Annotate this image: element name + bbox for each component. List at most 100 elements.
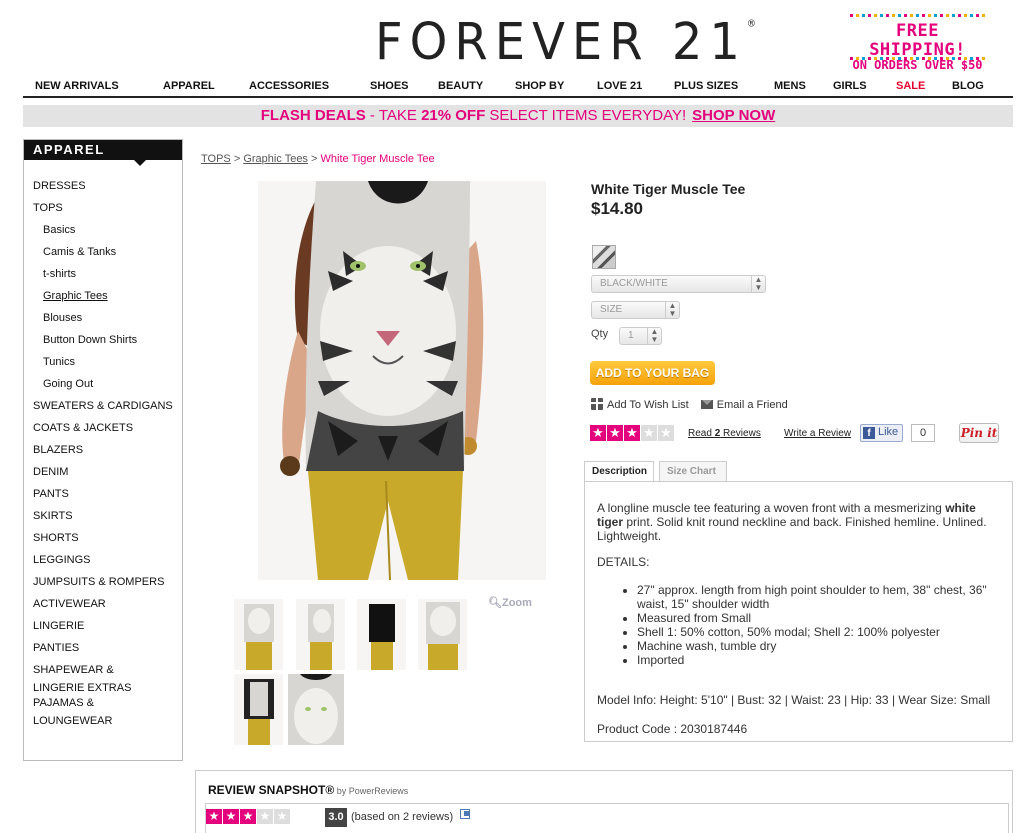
description-intro-a: A longline muscle tee featuring a woven … xyxy=(597,501,946,515)
shop-now-link[interactable]: SHOP NOW xyxy=(692,107,775,124)
product-thumbnail-6[interactable] xyxy=(288,674,344,745)
sidebar-item-skirts[interactable]: SKIRTS xyxy=(24,510,182,532)
read-reviews-link[interactable]: Read 2 Reviews xyxy=(688,428,761,439)
nav-girls[interactable]: GIRLS xyxy=(833,80,867,92)
star-filled-icon: ★ xyxy=(223,809,239,824)
product-main-image[interactable] xyxy=(258,181,546,580)
facebook-like-count: 0 xyxy=(911,424,935,442)
details-label: DETAILS: xyxy=(597,555,650,569)
tab-size-chart[interactable]: Size Chart xyxy=(659,461,727,481)
sidebar-item-pajamas[interactable]: PAJAMAS & LOUNGEWEAR xyxy=(24,694,134,730)
average-score-badge: 3.0 xyxy=(325,808,347,827)
breadcrumb-graphic-tees[interactable]: Graphic Tees xyxy=(243,153,308,165)
select-arrows-icon: ▲ ▼ xyxy=(665,302,679,318)
sidebar-item-graphic-tees[interactable]: Graphic Tees xyxy=(24,290,182,312)
product-price: $14.80 xyxy=(591,199,643,218)
flash-deals-banner[interactable]: FLASH DEALS - TAKE 21% OFF SELECT ITEMS … xyxy=(23,105,1013,127)
sidebar-item-tunics[interactable]: Tunics xyxy=(24,356,182,378)
details-item: 27" approx. length from high point shoul… xyxy=(637,583,1000,611)
details-item: Measured from Small xyxy=(637,611,1000,625)
nav-new-arrivals[interactable]: NEW ARRIVALS xyxy=(35,80,119,92)
nav-mens[interactable]: MENS xyxy=(774,80,806,92)
sidebar-item-dresses[interactable]: DRESSES xyxy=(24,180,182,202)
category-sidebar: APPAREL DRESSES TOPS Basics Camis & Tank… xyxy=(23,139,183,761)
nav-apparel[interactable]: APPAREL xyxy=(163,80,215,92)
color-select-value: BLACK/WHITE xyxy=(600,278,668,289)
breadcrumb-tops[interactable]: TOPS xyxy=(201,153,231,165)
sidebar-item-t-shirts[interactable]: t-shirts xyxy=(24,268,182,290)
nav-accessories[interactable]: ACCESSORIES xyxy=(249,80,329,92)
star-filled-icon: ★ xyxy=(240,809,256,824)
add-to-wishlist-link[interactable]: Add To Wish List xyxy=(591,398,689,411)
breadcrumb-sep: > xyxy=(233,153,241,165)
add-to-bag-button[interactable]: ADD TO YOUR BAG xyxy=(590,361,715,385)
product-thumbnail-3[interactable] xyxy=(357,599,406,670)
sidebar-item-shorts[interactable]: SHORTS xyxy=(24,532,182,554)
product-title: White Tiger Muscle Tee xyxy=(591,181,746,197)
email-friend-link[interactable]: Email a Friend xyxy=(700,399,788,411)
nav-blog[interactable]: BLOG xyxy=(952,80,984,92)
review-snapshot-heading: REVIEW SNAPSHOT® xyxy=(208,783,335,797)
free-shipping-promo[interactable]: FREE SHIPPING! ON ORDERS OVER $50 xyxy=(850,14,985,72)
sidebar-item-blazers[interactable]: BLAZERS xyxy=(24,444,182,466)
size-select-value: SIZE xyxy=(600,304,623,315)
sidebar-item-pants[interactable]: PANTS xyxy=(24,488,182,510)
flash-rest: SELECT ITEMS EVERYDAY! xyxy=(485,107,687,124)
sidebar-item-button-down-shirts[interactable]: Button Down Shirts xyxy=(24,334,182,356)
sidebar-item-going-out[interactable]: Going Out xyxy=(24,378,182,400)
qty-select-value: 1 xyxy=(628,330,634,341)
based-on-reviews: (based on 2 reviews) xyxy=(351,811,454,823)
sidebar-item-tops[interactable]: TOPS xyxy=(24,202,182,224)
sidebar-item-shapewear[interactable]: SHAPEWEAR & LINGERIE EXTRAS xyxy=(24,661,164,697)
main-nav: NEW ARRIVALS APPAREL ACCESSORIES SHOES B… xyxy=(23,78,1013,98)
color-swatch[interactable] xyxy=(592,245,616,269)
sidebar-item-blouses[interactable]: Blouses xyxy=(24,312,182,334)
nav-sale[interactable]: SALE xyxy=(896,80,925,92)
sidebar-item-camis-tanks[interactable]: Camis & Tanks xyxy=(24,246,182,268)
logo-text: FOREVER 21 xyxy=(375,12,747,72)
logo-registered-mark: ® xyxy=(746,18,756,30)
wishlist-email-row: Add To Wish List Email a Friend xyxy=(591,398,788,411)
zoom-button[interactable]: 🔍︎Zoom xyxy=(488,596,532,609)
forever21-logo[interactable]: FOREVER 21® xyxy=(375,13,756,72)
review-snapshot: REVIEW SNAPSHOT® by PowerReviews xyxy=(195,770,1013,833)
sidebar-item-basics[interactable]: Basics xyxy=(24,224,182,246)
color-select[interactable]: BLACK/WHITE ▲ ▼ xyxy=(591,275,766,293)
nav-shoes[interactable]: SHOES xyxy=(370,80,409,92)
review-snapshot-title: REVIEW SNAPSHOT® by PowerReviews xyxy=(208,783,408,797)
facebook-icon: f xyxy=(863,427,875,439)
read-reviews-pre: Read xyxy=(688,428,715,439)
nav-plus-sizes[interactable]: PLUS SIZES xyxy=(674,80,738,92)
product-thumbnail-5[interactable] xyxy=(234,674,283,745)
read-reviews-post: Reviews xyxy=(720,428,761,439)
product-thumbnail-4[interactable] xyxy=(418,599,467,670)
star-empty-icon: ★ xyxy=(257,809,273,824)
write-review-link[interactable]: Write a Review xyxy=(784,428,851,439)
flash-dash: - TAKE xyxy=(365,107,422,124)
facebook-like-button[interactable]: f Like xyxy=(860,424,904,442)
qty-label: Qty xyxy=(591,328,609,340)
breadcrumb-current: White Tiger Muscle Tee xyxy=(320,153,435,165)
nav-shop-by[interactable]: SHOP BY xyxy=(515,80,564,92)
product-thumbnail-2[interactable] xyxy=(296,599,345,670)
description-intro-c: print. Solid knit round neckline and bac… xyxy=(597,515,987,543)
qty-select[interactable]: 1 ▲ ▼ xyxy=(619,327,662,345)
sidebar-item-coats[interactable]: COATS & JACKETS xyxy=(24,422,182,444)
nav-beauty[interactable]: BEAUTY xyxy=(438,80,483,92)
pin-it-button[interactable]: Pin it xyxy=(959,423,999,443)
tab-description[interactable]: Description xyxy=(584,461,654,482)
popup-icon[interactable] xyxy=(460,809,470,819)
sidebar-item-leggings[interactable]: LEGGINGS xyxy=(24,554,182,576)
sidebar-item-sweaters[interactable]: SWEATERS & CARDIGANS xyxy=(24,400,182,422)
sidebar-item-jumpsuits[interactable]: JUMPSUITS & ROMPERS xyxy=(24,576,182,598)
sidebar-item-denim[interactable]: DENIM xyxy=(24,466,182,488)
facebook-like-label: Like xyxy=(878,426,899,438)
sidebar-item-lingerie[interactable]: LINGERIE xyxy=(24,620,182,642)
sidebar-item-activewear[interactable]: ACTIVEWEAR xyxy=(24,598,182,620)
star-filled-icon: ★ xyxy=(624,425,640,441)
category-list: DRESSES TOPS Basics Camis & Tanks t-shir… xyxy=(24,180,182,730)
size-select[interactable]: SIZE ▲ ▼ xyxy=(591,301,680,319)
sidebar-title: APPAREL xyxy=(24,140,182,166)
product-thumbnail-1[interactable] xyxy=(234,599,283,670)
nav-love21[interactable]: LOVE 21 xyxy=(597,80,642,92)
